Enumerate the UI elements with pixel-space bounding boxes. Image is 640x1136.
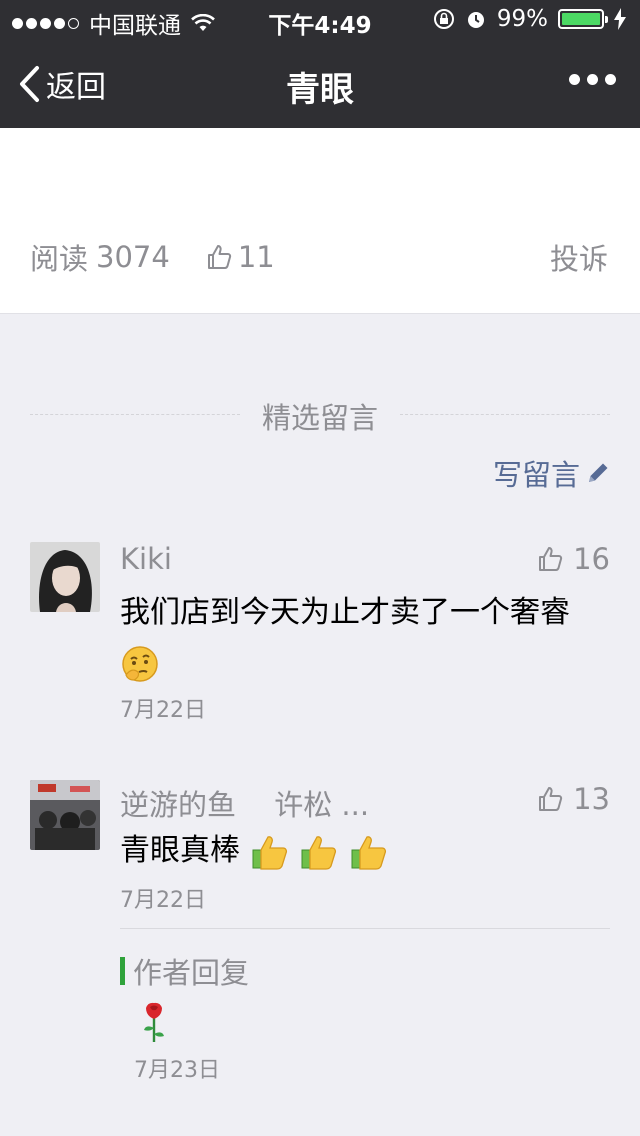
report-link[interactable]: 投诉 [550, 236, 608, 278]
screen: 中国联通 下午4:49 99% 返回 青眼 阅读 3074 11 投诉 精选留言… [0, 0, 640, 1136]
comments-section-title: 精选留言 [30, 395, 610, 435]
thumbs-up-emoji [351, 835, 386, 870]
reply-divider [120, 928, 610, 929]
article-stats: 阅读 3074 11 [30, 236, 275, 278]
comment-text: 我们店到今天为止才卖了一个奢睿 [120, 588, 610, 688]
top-bar: 中国联通 下午4:49 99% 返回 青眼 [0, 0, 640, 128]
thumbs-up-emoji [301, 835, 337, 870]
like-count: 11 [237, 240, 275, 274]
comment-date: 7月22日 [120, 698, 206, 723]
pencil-icon [589, 463, 608, 482]
thumb-up-icon [207, 245, 231, 269]
comment-like-count: 16 [573, 542, 610, 576]
avatar[interactable] [30, 542, 100, 612]
thumbs-up-emoji [252, 835, 287, 870]
more-icon[interactable] [569, 74, 616, 85]
section-title-label: 精选留言 [261, 401, 378, 435]
comment-like-button[interactable]: 16 [537, 542, 610, 576]
battery-level [562, 13, 600, 25]
like-button[interactable]: 11 [206, 240, 275, 274]
divider [30, 414, 240, 415]
author-reply-text: 作者回复 [133, 956, 250, 990]
battery-percent: 99% [496, 6, 548, 32]
write-comment-button[interactable]: 写留言 [493, 452, 610, 494]
comment-text-content: 我们店到今天为止才卖了一个奢睿 [120, 595, 570, 630]
reply-date: 7月23日 [134, 1058, 220, 1083]
comment-date: 7月22日 [120, 888, 206, 913]
read-label: 阅读 [30, 242, 89, 276]
reply-indicator [120, 957, 125, 985]
comment-like-count: 13 [573, 782, 610, 816]
page-title: 青眼 [286, 70, 354, 110]
comment-text-content: 青眼真棒 [120, 833, 240, 868]
author-reply-label: 作者回复 [120, 950, 249, 992]
article-footer: 阅读 3074 11 投诉 [0, 128, 640, 314]
thinking-emoji [122, 645, 158, 682]
comment-like-button[interactable]: 13 [537, 782, 610, 816]
read-count: 3074 [96, 240, 170, 274]
thumb-up-icon [539, 547, 563, 571]
write-comment-label: 写留言 [492, 458, 580, 492]
alarm-icon [467, 12, 484, 28]
comment-text: 青眼真棒 [120, 826, 610, 876]
nav-bar: 返回 青眼 [0, 40, 640, 128]
status-bar: 中国联通 下午4:49 99% [0, 0, 640, 40]
comment-author[interactable]: 逆游的鱼 许松 ... [120, 782, 369, 824]
divider [400, 414, 610, 415]
charging-icon [614, 8, 626, 30]
status-right: 99% [433, 6, 626, 32]
comment-author[interactable]: Kiki [120, 542, 172, 576]
lock-rotation-icon [433, 9, 454, 29]
rose-emoji [140, 1000, 168, 1048]
battery-icon [558, 9, 608, 29]
thumb-up-icon [539, 787, 563, 811]
avatar[interactable] [30, 780, 100, 850]
